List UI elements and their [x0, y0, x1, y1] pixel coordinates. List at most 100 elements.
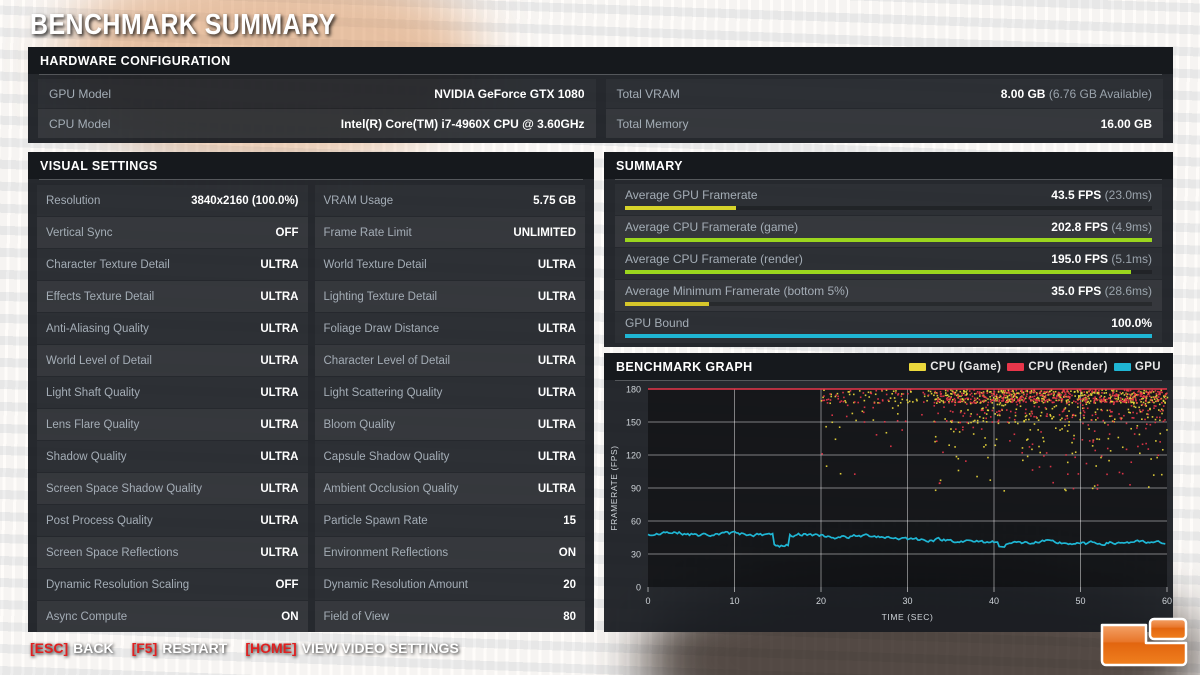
chart-data-point — [980, 409, 983, 412]
chart-data-point — [963, 390, 966, 393]
chart-data-point — [1042, 392, 1045, 395]
visual-setting-label: Bloom Quality — [323, 418, 396, 431]
visual-setting-value: ON — [281, 610, 299, 623]
chart-data-point — [1065, 415, 1068, 417]
chart-data-point — [962, 415, 965, 417]
visual-setting-row[interactable]: Particle Spawn Rate 15 — [315, 505, 586, 536]
chart-data-point — [1037, 429, 1039, 431]
chart-data-point — [1119, 397, 1122, 399]
chart-data-point — [896, 419, 899, 422]
chart-data-point — [1113, 401, 1115, 404]
summary-metric-row[interactable]: Average CPU Framerate (game) 202.8 FPS (4… — [615, 216, 1162, 247]
chart-data-point — [1109, 401, 1111, 404]
visual-setting-row[interactable]: Light Scattering Quality ULTRA — [315, 377, 586, 408]
visual-setting-row[interactable]: Dynamic Resolution Amount 20 — [315, 569, 586, 600]
visual-setting-row[interactable]: Post Process Quality ULTRA — [37, 505, 308, 536]
chart-data-point — [1002, 391, 1004, 394]
footer-action-key: [HOME] — [245, 640, 297, 656]
chart-data-point — [975, 398, 977, 401]
chart-data-point — [1061, 398, 1064, 401]
chart-data-point — [1007, 389, 1010, 392]
chart-data-point — [1157, 390, 1159, 393]
hardware-config-row[interactable]: GPU Model NVIDIA GeForce GTX 1080 — [38, 79, 596, 108]
chart-data-point — [1158, 399, 1160, 401]
summary-metric-row[interactable]: Average CPU Framerate (render) 195.0 FPS … — [615, 248, 1162, 279]
chart-data-point — [944, 389, 947, 392]
chart-data-point — [949, 410, 952, 412]
visual-setting-value: ULTRA — [537, 482, 576, 495]
visual-setting-value: OFF — [275, 578, 299, 591]
summary-metric-row[interactable]: GPU Bound 100.0% — [615, 312, 1162, 343]
visual-setting-row[interactable]: Environment Reflections ON — [314, 537, 585, 568]
hardware-config-row[interactable]: CPU Model Intel(R) Core(TM) i7-4960X CPU … — [38, 109, 596, 138]
summary-metric-row[interactable]: Average GPU Framerate 43.5 FPS (23.0ms) — [615, 184, 1162, 215]
visual-setting-row[interactable]: Capsule Shadow Quality ULTRA — [315, 441, 586, 472]
chart-data-point — [825, 425, 827, 428]
chart-data-point — [1125, 422, 1128, 425]
visual-setting-row[interactable]: Frame Rate Limit UNLIMITED — [314, 217, 585, 248]
visual-setting-row[interactable]: Screen Space Reflections ULTRA — [37, 537, 308, 568]
chart-data-point — [849, 390, 852, 392]
visual-setting-row[interactable]: Effects Texture Detail ULTRA — [37, 281, 308, 312]
visual-setting-label: Post Process Quality — [46, 514, 153, 527]
chart-data-point — [1110, 396, 1112, 398]
visual-setting-row[interactable]: Anti-Aliasing Quality ULTRA — [37, 313, 308, 344]
chart-data-point — [1002, 390, 1005, 392]
visual-setting-row[interactable]: Character Level of Detail ULTRA — [314, 345, 585, 376]
visual-setting-row[interactable]: Resolution 3840x2160 (100.0%) — [37, 185, 308, 216]
chart-data-point — [974, 419, 976, 422]
chart-data-point — [1088, 390, 1090, 393]
visual-setting-row[interactable]: Lighting Texture Detail ULTRA — [314, 281, 585, 312]
visual-setting-label: Lens Flare Quality — [46, 418, 140, 431]
visual-setting-row[interactable]: Screen Space Shadow Quality ULTRA — [37, 473, 308, 504]
chart-data-point — [1039, 391, 1041, 393]
chart-data-point — [934, 489, 937, 492]
visual-setting-row[interactable]: Dynamic Resolution Scaling OFF — [37, 569, 308, 600]
chart-data-point — [939, 391, 942, 393]
chart-data-point — [1110, 411, 1112, 413]
visual-setting-row[interactable]: Ambient Occlusion Quality ULTRA — [314, 473, 585, 504]
chart-data-point — [1140, 400, 1142, 403]
chart-data-point — [989, 416, 992, 418]
visual-setting-row[interactable]: Lens Flare Quality ULTRA — [37, 409, 308, 440]
chart-data-point — [1141, 418, 1143, 421]
chart-data-point — [1078, 395, 1081, 397]
visual-setting-row[interactable]: World Texture Detail ULTRA — [315, 249, 586, 280]
chart-data-point — [885, 431, 888, 434]
visual-setting-row[interactable]: VRAM Usage 5.75 GB — [315, 185, 586, 216]
visual-setting-row[interactable]: World Level of Detail ULTRA — [37, 345, 308, 376]
chart-data-point — [981, 394, 984, 397]
visual-setting-row[interactable]: Async Compute ON — [37, 601, 308, 632]
summary-metric-value: 195.0 FPS (5.1ms) — [1051, 252, 1152, 266]
chart-data-point — [952, 398, 954, 401]
chart-data-point — [1053, 406, 1056, 408]
summary-metric-row[interactable]: Average Minimum Framerate (bottom 5%) 35.… — [615, 280, 1162, 311]
footer-action-back[interactable]: [ESC] BACK — [30, 640, 114, 656]
visual-setting-label: VRAM Usage — [323, 194, 394, 207]
chart-data-point — [954, 446, 956, 448]
visual-setting-row[interactable]: Shadow Quality ULTRA — [37, 441, 308, 472]
chart-data-point — [987, 401, 990, 404]
visual-setting-row[interactable]: Light Shaft Quality ULTRA — [37, 377, 308, 408]
chart-data-point — [867, 391, 870, 394]
chart-data-point — [1031, 396, 1034, 398]
visual-setting-row[interactable]: Bloom Quality ULTRA — [314, 409, 585, 440]
visual-setting-row[interactable]: Vertical Sync OFF — [37, 217, 308, 248]
visual-setting-value: ULTRA — [537, 450, 576, 463]
visual-setting-row[interactable]: Character Texture Detail ULTRA — [37, 249, 308, 280]
visual-setting-value: ULTRA — [260, 258, 299, 271]
chart-data-point — [1107, 437, 1110, 440]
visual-settings-panel: VISUAL SETTINGS Resolution 3840x2160 (100… — [28, 152, 594, 632]
hardware-config-row[interactable]: Total Memory 16.00 GB — [605, 109, 1163, 138]
visual-setting-row[interactable]: Field of View 80 — [314, 601, 585, 632]
summary-metric-header: Average GPU Framerate 43.5 FPS (23.0ms) — [625, 184, 1152, 206]
hardware-config-row[interactable]: Total VRAM 8.00 GB (6.76 GB Available) — [606, 79, 1164, 108]
footer-action-restart[interactable]: [F5] RESTART — [132, 640, 228, 656]
visual-setting-row[interactable]: Foliage Draw Distance ULTRA — [315, 313, 586, 344]
chart-data-point — [1106, 447, 1109, 450]
visual-setting-value: ULTRA — [260, 354, 299, 367]
footer-action-view-video-settings[interactable]: [HOME] VIEW VIDEO SETTINGS — [245, 640, 458, 656]
chart-data-point — [945, 392, 947, 394]
chart-data-point — [1155, 440, 1157, 442]
chart-data-point — [934, 435, 937, 438]
